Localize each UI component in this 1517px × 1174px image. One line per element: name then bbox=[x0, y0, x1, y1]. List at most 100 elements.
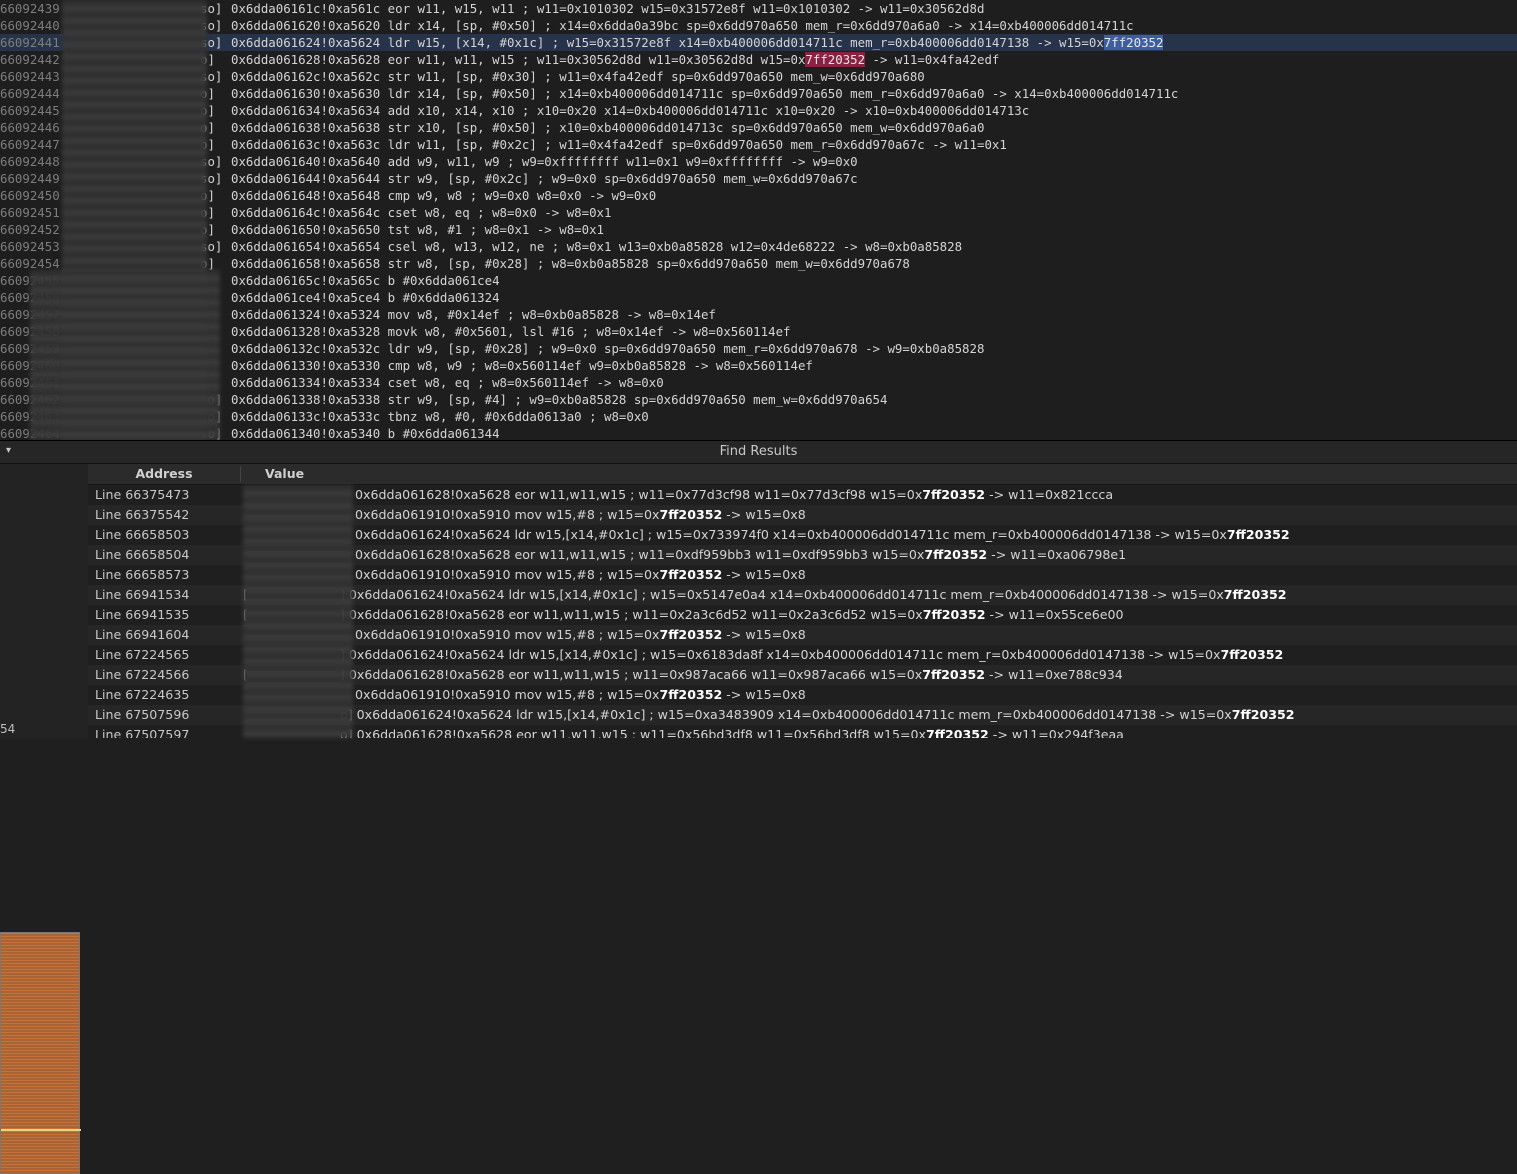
instruction-text: 0x6dda06132c!0xa532c ldr w9, [sp, #0x28]… bbox=[231, 340, 984, 357]
result-match-bold: 7ff20352 bbox=[924, 547, 988, 562]
result-match-bold: 7ff20352 bbox=[659, 507, 723, 522]
instruction-main: 0x6dda06132c!0xa532c ldr w9, [sp, #0x28]… bbox=[231, 341, 985, 356]
instruction-text: 0x6dda061638!0xa5638 str x10, [sp, #0x50… bbox=[231, 119, 984, 136]
instruction-text: 0x6dda061328!0xa5328 movk w8, #0x5601, l… bbox=[231, 323, 791, 340]
instruction-text: 0x6dda061644!0xa5644 str w9, [sp, #0x2c]… bbox=[231, 170, 858, 187]
line-number: 66092441 bbox=[0, 35, 60, 50]
result-value-tail: -> w11=0x55ce6e00 bbox=[985, 607, 1124, 622]
instruction-main: 0x6dda061654!0xa5654 csel w8, w13, w12, … bbox=[231, 239, 963, 254]
result-address[interactable]: Line 67224566 bbox=[95, 665, 189, 685]
trace-line[interactable]: 66092447 o] 0x6dda06163c!0xa563c ldr w11, … bbox=[0, 136, 1517, 153]
line-number: 66092444 bbox=[0, 86, 60, 101]
line-number: 66092453 bbox=[0, 239, 60, 254]
instruction-text: 0x6dda06133c!0xa533c tbnz w8, #0, #0x6dd… bbox=[231, 408, 649, 425]
instruction-text: 0x6dda061620!0xa5620 ldr x14, [sp, #0x50… bbox=[231, 17, 1134, 34]
trace-line[interactable]: 66092464so]0x6dda061340!0xa5340 b #0x6dd… bbox=[0, 425, 1517, 440]
trace-line[interactable]: 66092461]0x6dda061334!0xa5334 cset w8, e… bbox=[0, 374, 1517, 391]
trace-line[interactable]: 66092463so]0x6dda06133c!0xa533c tbnz w8,… bbox=[0, 408, 1517, 425]
trace-editor[interactable]: 66092439 so] 0x6dda06161c!0xa561c eor w11,… bbox=[0, 0, 1517, 440]
instruction-text: 0x6dda061654!0xa5654 csel w8, w13, w12, … bbox=[231, 238, 962, 255]
trace-line[interactable]: 66092451 o] 0x6dda06164c!0xa564c cset w8, … bbox=[0, 204, 1517, 221]
result-value: 0x6dda061910!0xa5910 mov w15,#8 ; w15=0x… bbox=[355, 565, 806, 585]
trace-line[interactable]: 66092443 so] 0x6dda06162c!0xa562c str w11,… bbox=[0, 68, 1517, 85]
line-number: 66092450 bbox=[0, 188, 60, 203]
result-value-tail: -> w11=0xa06798e1 bbox=[987, 547, 1127, 562]
trace-line[interactable]: 66092446 o] 0x6dda061638!0xa5638 str x10, … bbox=[0, 119, 1517, 136]
result-address[interactable]: Line 66375542 bbox=[95, 505, 189, 525]
instruction-text: 0x6dda06164c!0xa564c cset w8, eq ; w8=0x… bbox=[231, 204, 611, 221]
result-value-text: 0x6dda061628!0xa5628 eor w11,w11,w15 ; w… bbox=[355, 547, 925, 562]
instruction-main: 0x6dda061624!0xa5624 ldr w15, [x14, #0x1… bbox=[231, 35, 1104, 50]
trace-line[interactable]: 66092441 so] 0x6dda061624!0xa5624 ldr w15,… bbox=[0, 34, 1517, 51]
trace-line[interactable]: 66092444 o] 0x6dda061630!0xa5630 ldr x14, … bbox=[0, 85, 1517, 102]
instruction-text: 0x6dda06162c!0xa562c str w11, [sp, #0x30… bbox=[231, 68, 925, 85]
result-address[interactable]: Line 67507596 bbox=[95, 705, 189, 725]
result-address[interactable]: Line 67224565 bbox=[95, 645, 189, 665]
trace-line[interactable]: 66092454 o] 0x6dda061658!0xa5658 str w8, [… bbox=[0, 255, 1517, 272]
redaction-blur-results bbox=[243, 485, 353, 738]
trace-line[interactable]: 66092442 o] 0x6dda061628!0xa5628 eor w11, … bbox=[0, 51, 1517, 68]
column-header-value[interactable]: Value bbox=[265, 464, 304, 484]
result-value-tail: -> w15=0x8 bbox=[722, 507, 806, 522]
column-separator[interactable] bbox=[240, 466, 241, 482]
trace-line[interactable]: 660924590x6dda06132c!0xa532c ldr w9, [sp… bbox=[0, 340, 1517, 357]
results-table-header: Address Value bbox=[88, 464, 1517, 485]
trace-line[interactable]: 66092440 so] 0x6dda061620!0xa5620 ldr x14,… bbox=[0, 17, 1517, 34]
line-number: 66092443 bbox=[0, 69, 60, 84]
result-value-text: 0x6dda061910!0xa5910 mov w15,#8 ; w15=0x bbox=[355, 507, 660, 522]
result-value-tail: -> w15=0x8 bbox=[722, 627, 806, 642]
result-address[interactable]: Line 66941534 bbox=[95, 585, 189, 605]
trace-line[interactable]: 66092449 so] 0x6dda061644!0xa5644 str w9, … bbox=[0, 170, 1517, 187]
result-address[interactable]: Line 66658504 bbox=[95, 545, 189, 565]
instruction-text: 0x6dda061338!0xa5338 str w9, [sp, #4] ; … bbox=[231, 391, 887, 408]
result-value-text: o] 0x6dda061624!0xa5624 ldr w15,[x14,#0x… bbox=[340, 707, 1232, 722]
trace-line[interactable]: 66092450 o] 0x6dda061648!0xa5648 cmp w9, w… bbox=[0, 187, 1517, 204]
instruction-main: 0x6dda06163c!0xa563c ldr w11, [sp, #0x2c… bbox=[231, 137, 1007, 152]
instruction-main: 0x6dda061640!0xa5640 add w9, w11, w9 ; w… bbox=[231, 154, 858, 169]
result-value: 0x6dda061628!0xa5628 eor w11,w11,w15 ; w… bbox=[355, 545, 1126, 565]
trace-line[interactable]: 660924580x6dda061328!0xa5328 movk w8, #0… bbox=[0, 323, 1517, 340]
instruction-main: 0x6dda061630!0xa5630 ldr x14, [sp, #0x50… bbox=[231, 86, 1179, 101]
result-address[interactable]: Line 66658503 bbox=[95, 525, 189, 545]
instruction-main: 0x6dda061638!0xa5638 str x10, [sp, #0x50… bbox=[231, 120, 985, 135]
result-match-bold: 7ff20352 bbox=[1226, 527, 1290, 542]
trace-line[interactable]: 660924550x6dda06165c!0xa565c b #0x6dda06… bbox=[0, 272, 1517, 289]
results-minimap[interactable] bbox=[0, 932, 81, 1174]
instruction-text: 0x6dda061ce4!0xa5ce4 b #0x6dda061324 bbox=[231, 289, 500, 306]
result-value-text: ] 0x6dda061628!0xa5628 eor w11,w11,w15 ;… bbox=[340, 607, 923, 622]
result-address[interactable]: Line 67224635 bbox=[95, 685, 189, 705]
column-header-address[interactable]: Address bbox=[88, 464, 240, 484]
result-match-bold: 7ff20352 bbox=[1231, 707, 1295, 722]
instruction-tail: -> w11=0x4fa42edf bbox=[865, 52, 1000, 67]
trace-line[interactable]: 66092439 so] 0x6dda06161c!0xa561c eor w11,… bbox=[0, 0, 1517, 17]
result-value-tail: -> w15=0x8 bbox=[722, 687, 806, 702]
trace-line[interactable]: 66092445 o] 0x6dda061634!0xa5634 add x10, … bbox=[0, 102, 1517, 119]
result-value-text: ] 0x6dda061628!0xa5628 eor w11,w11,w15 ;… bbox=[340, 667, 923, 682]
result-value: o] 0x6dda061624!0xa5624 ldr w15,[x14,#0x… bbox=[340, 705, 1295, 725]
trace-line[interactable]: 66092452 o] 0x6dda061650!0xa5650 tst w8, #… bbox=[0, 221, 1517, 238]
result-address[interactable]: Line 66941604 bbox=[95, 625, 189, 645]
trace-line[interactable]: 66092462so]0x6dda061338!0xa5338 str w9, … bbox=[0, 391, 1517, 408]
trace-line[interactable]: 66092448 so] 0x6dda061640!0xa5640 add w9, … bbox=[0, 153, 1517, 170]
trace-line[interactable]: 660924570x6dda061324!0xa5324 mov w8, #0x… bbox=[0, 306, 1517, 323]
result-address[interactable]: Line 66941535 bbox=[95, 605, 189, 625]
result-match-bold: 7ff20352 bbox=[1220, 647, 1284, 662]
result-address[interactable]: Line 67507597 bbox=[95, 725, 189, 738]
line-number: 66092446 bbox=[0, 120, 60, 135]
instruction-main: 0x6dda06164c!0xa564c cset w8, eq ; w8=0x… bbox=[231, 205, 612, 220]
result-value: ] 0x6dda061624!0xa5624 ldr w15,[x14,#0x1… bbox=[340, 645, 1283, 665]
result-value-text: o] 0x6dda061628!0xa5628 eor w11,w11,w15 … bbox=[340, 727, 926, 738]
result-value: 0x6dda061624!0xa5624 ldr w15,[x14,#0x1c]… bbox=[355, 525, 1290, 545]
instruction-main: 0x6dda061334!0xa5334 cset w8, eq ; w8=0x… bbox=[231, 375, 664, 390]
result-value: 0x6dda061910!0xa5910 mov w15,#8 ; w15=0x… bbox=[355, 505, 806, 525]
instruction-text: 0x6dda06161c!0xa561c eor w11, w15, w11 ;… bbox=[231, 0, 984, 17]
trace-line[interactable]: 66092460]0x6dda061330!0xa5330 cmp w8, w9… bbox=[0, 357, 1517, 374]
result-value: o] 0x6dda061628!0xa5628 eor w11,w11,w15 … bbox=[340, 725, 1124, 738]
instruction-main: 0x6dda061ce4!0xa5ce4 b #0x6dda061324 bbox=[231, 290, 500, 305]
trace-line[interactable]: 660924560x6dda061ce4!0xa5ce4 b #0x6dda06… bbox=[0, 289, 1517, 306]
result-address[interactable]: Line 66658573 bbox=[95, 565, 189, 585]
instruction-main: 0x6dda06161c!0xa561c eor w11, w15, w11 ;… bbox=[231, 1, 985, 16]
trace-line[interactable]: 66092453 so] 0x6dda061654!0xa5654 csel w8,… bbox=[0, 238, 1517, 255]
result-match-bold: 7ff20352 bbox=[1223, 587, 1287, 602]
result-address[interactable]: Line 66375473 bbox=[95, 485, 189, 505]
